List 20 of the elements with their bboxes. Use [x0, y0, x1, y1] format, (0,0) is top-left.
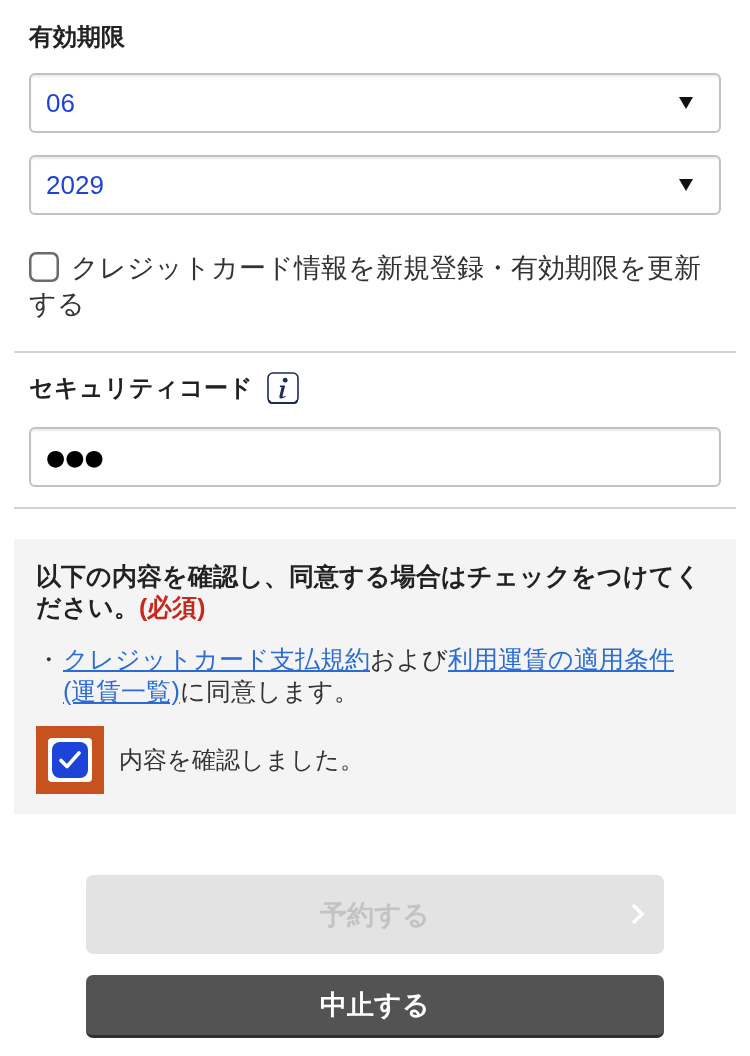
caret-icon	[679, 97, 693, 109]
caret-icon	[679, 179, 693, 191]
chevron-right-icon	[631, 903, 645, 925]
terms-text: クレジットカード支払規約および利用運賃の適用条件 (運賃一覧)に同意します。	[63, 644, 675, 707]
terms-link[interactable]: (運賃一覧)	[63, 677, 180, 705]
register-option[interactable]: クレジットカード情報を新規登録・有効期限を更新する	[29, 250, 721, 322]
terms-link[interactable]: 利用運賃の適用条件	[448, 645, 674, 673]
cancel-button[interactable]: 中止する	[86, 975, 664, 1038]
expiry-label: 有効期限	[29, 22, 126, 52]
checkbox[interactable]	[29, 252, 59, 282]
security-code-field[interactable]: ●●●	[29, 427, 721, 487]
checkbox-label: 内容を確認しました。	[119, 745, 364, 775]
agreement-heading: 以下の内容を確認し、同意する場合はチェックをつけてください。(必須)	[36, 562, 702, 623]
checkbox[interactable]	[48, 738, 92, 782]
security-code-label: セキュリティコード	[29, 373, 253, 403]
month-select[interactable]: 06	[29, 73, 721, 133]
terms-link[interactable]: クレジットカード支払規約	[63, 645, 370, 673]
info-icon[interactable]	[267, 372, 299, 404]
year-select[interactable]: 2029	[29, 155, 721, 215]
list-bullet: ・	[36, 644, 62, 675]
